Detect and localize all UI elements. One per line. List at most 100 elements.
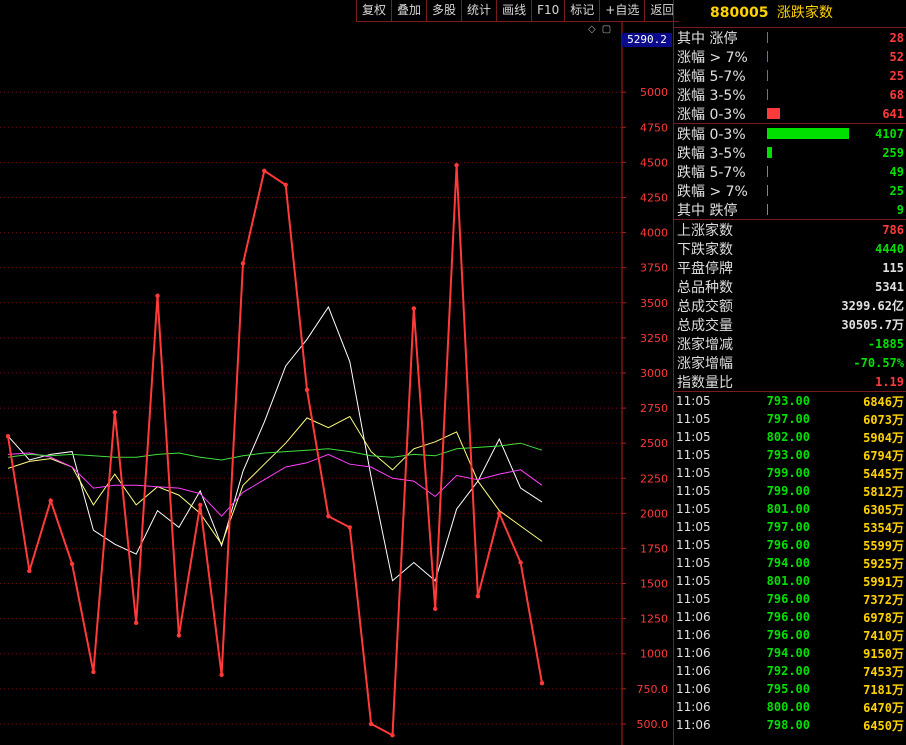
chart-area[interactable]: 5000 4750 4500 4250 4000 3750 3500 3250 3000 2750… [0, 22, 672, 745]
tick-time: 11:06 [676, 718, 711, 732]
tick-volume: 5925万 [863, 556, 904, 571]
tick-row: 11:05 796.00 5599万 [674, 536, 906, 554]
tick-price: 793.00 [766, 394, 810, 408]
tick-price: 797.00 [766, 520, 810, 534]
stat-row: 总成交额 3299.62亿 [674, 296, 906, 315]
y-tick-label: 500.0 [637, 718, 669, 731]
rise-distribution: 其中 涨停 28 涨幅 > 7% 52 涨幅 5-7% 25 涨幅 3-5% 68 涨幅 0-3… [674, 28, 906, 124]
data-point [475, 593, 481, 599]
tick-time: 11:05 [676, 502, 711, 516]
toolbar-button-5[interactable]: F10 [531, 0, 565, 22]
tick-price: 801.00 [766, 574, 810, 588]
dist-row: 跌幅 > 7% 25 [674, 181, 906, 200]
tick-list[interactable]: 11:05 793.00 6846万 11:05 797.00 6073万 11:05 802… [674, 392, 906, 734]
toolbar-button-6[interactable]: 标记 [564, 0, 600, 22]
chart-controls: ◇ ▢ [588, 24, 611, 35]
dist-row: 涨幅 0-3% 641 [674, 104, 906, 123]
stat-row: 指数量比 1.19 [674, 372, 906, 391]
stat-row: 总成交量 30505.7万 [674, 315, 906, 334]
tick-price: 799.00 [766, 484, 810, 498]
data-point [91, 669, 96, 675]
dist-label: 涨幅 5-7% [677, 68, 746, 85]
tick-volume: 5445万 [863, 466, 904, 481]
tick-price: 797.00 [766, 412, 810, 426]
dist-bar [767, 32, 768, 43]
dist-count: 28 [889, 30, 904, 45]
tick-row: 11:06 795.00 7181万 [674, 680, 906, 698]
tick-time: 11:06 [676, 700, 711, 714]
dist-row: 涨幅 > 7% 52 [674, 47, 906, 66]
tick-price: 793.00 [766, 448, 810, 462]
dist-label: 跌幅 3-5% [677, 145, 746, 162]
stat-label: 总品种数 [677, 279, 733, 296]
tick-time: 11:05 [676, 412, 711, 426]
y-tick-label: 3250 [640, 332, 668, 345]
tick-row: 11:06 796.00 6978万 [674, 608, 906, 626]
tick-volume: 6978万 [863, 610, 904, 625]
y-tick-label: 4250 [640, 191, 668, 204]
line-chart[interactable]: 5000 4750 4500 4250 4000 3750 3500 3250 3000 2750… [0, 22, 672, 745]
stat-row: 平盘停牌 115 [674, 258, 906, 277]
stat-value: -1885 [867, 336, 904, 351]
y-tick-label: 4500 [640, 156, 668, 169]
tick-row: 11:05 796.00 7372万 [674, 590, 906, 608]
tick-volume: 5354万 [863, 520, 904, 535]
dist-row: 跌幅 0-3% 4107 [674, 124, 906, 143]
stat-label: 下跌家数 [677, 241, 733, 258]
diamond-icon[interactable]: ◇ [588, 24, 596, 35]
y-tick-label: 3000 [640, 367, 668, 380]
toolbar-button-3[interactable]: 统计 [461, 0, 497, 22]
tick-time: 11:05 [676, 574, 711, 588]
tick-volume: 7453万 [863, 664, 904, 679]
stat-value: 30505.7万 [841, 318, 904, 332]
tick-time: 11:05 [676, 430, 711, 444]
stats-panel: 880005 涨跌家数 其中 涨停 28 涨幅 > 7% 52 涨幅 5-7% 25 涨幅 … [673, 0, 906, 745]
dist-label: 涨幅 > 7% [677, 49, 748, 66]
stat-row: 总品种数 5341 [674, 277, 906, 296]
series-line-ma4 [7, 442, 543, 461]
tick-row: 11:06 798.00 6450万 [674, 716, 906, 734]
toolbar-button-7[interactable]: +自选 [599, 0, 645, 22]
data-point [497, 511, 502, 516]
dist-count: 9 [896, 202, 904, 217]
stat-row: 下跌家数 4440 [674, 239, 906, 258]
data-point [368, 721, 374, 727]
dist-row: 其中 涨停 28 [674, 28, 906, 47]
tick-volume: 6470万 [863, 700, 904, 715]
tick-price: 796.00 [766, 628, 810, 642]
tick-volume: 5812万 [863, 484, 904, 499]
summary-stats: 上涨家数 786 下跌家数 4440 平盘停牌 115 总品种数 5341 总成交额 3299.6… [674, 220, 906, 392]
toolbar-button-1[interactable]: 叠加 [391, 0, 427, 22]
tick-price: 796.00 [766, 592, 810, 606]
toolbar-button-0[interactable]: 复权 [356, 0, 392, 22]
tick-time: 11:05 [676, 466, 711, 480]
data-point [69, 561, 75, 567]
data-point [326, 513, 331, 519]
dist-bar [767, 204, 768, 215]
data-point [219, 672, 224, 678]
tick-volume: 6794万 [863, 448, 904, 463]
tick-volume: 5599万 [863, 538, 904, 553]
tick-time: 11:06 [676, 682, 711, 696]
data-point [539, 681, 545, 686]
toolbar-button-2[interactable]: 多股 [426, 0, 462, 22]
tick-time: 11:06 [676, 646, 711, 660]
dist-count: 25 [889, 68, 904, 83]
data-point [433, 606, 438, 612]
dist-count: 52 [889, 49, 904, 64]
tick-volume: 6073万 [863, 412, 904, 427]
window-icon[interactable]: ▢ [602, 24, 611, 35]
tick-volume: 7372万 [863, 592, 904, 607]
dist-row: 跌幅 3-5% 259 [674, 143, 906, 162]
stat-value: -70.57% [853, 355, 904, 370]
tick-volume: 6846万 [863, 394, 904, 409]
series-line-ma3 [7, 452, 543, 517]
stat-value: 115 [882, 260, 904, 275]
tick-volume: 6450万 [863, 718, 904, 733]
y-tick-label: 3750 [640, 262, 668, 275]
tick-row: 11:06 796.00 7410万 [674, 626, 906, 644]
stat-value: 4440 [875, 241, 904, 256]
toolbar-button-4[interactable]: 画线 [496, 0, 532, 22]
y-tick-label: 4750 [640, 121, 668, 134]
tick-row: 11:05 801.00 6305万 [674, 500, 906, 518]
